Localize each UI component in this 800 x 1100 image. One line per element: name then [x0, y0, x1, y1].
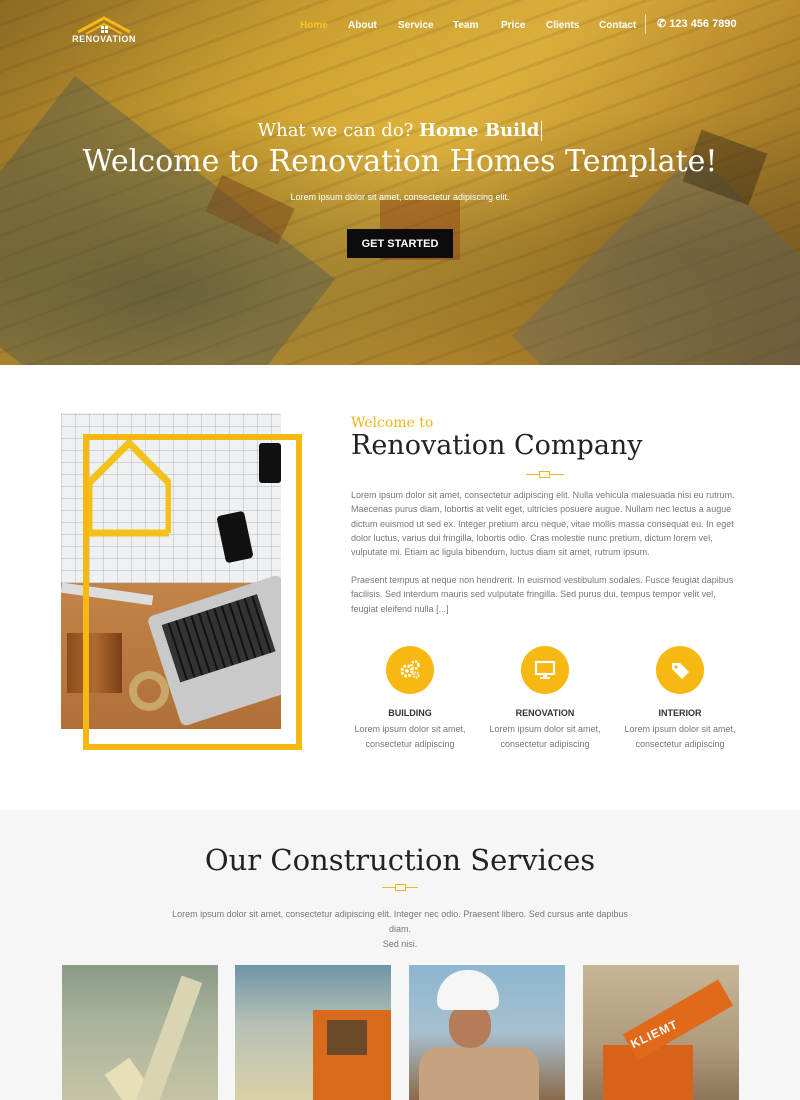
crane-arm [133, 975, 203, 1100]
services-description: Lorem ipsum dolor sit amet, consectetur … [160, 907, 640, 952]
feature-description: Lorem ipsum dolor sit amet, consectetur … [485, 722, 605, 752]
feature-icon-circle [656, 646, 704, 694]
feature-description-line: consectetur adipiscing [365, 739, 455, 749]
feature-icon-circle [521, 646, 569, 694]
feature-description-line: Lorem ipsum dolor sit amet, [489, 724, 601, 734]
hero-subtitle: Lorem ipsum dolor sit amet, consectetur … [290, 192, 510, 202]
about-image-frame [83, 434, 302, 750]
feature-description: Lorem ipsum dolor sit amet, consectetur … [350, 722, 470, 752]
house-roof-icon [77, 16, 131, 35]
nav-phone[interactable]: ✆ 123 456 7890 [657, 17, 737, 30]
nav-item-contact[interactable]: Contact [599, 20, 636, 31]
feature-interior: INTERIOR Lorem ipsum dolor sit amet, con… [620, 646, 740, 752]
welcome-subheading: Welcome to [351, 415, 434, 431]
heading-divider [526, 470, 564, 479]
feature-description: Lorem ipsum dolor sit amet, consectetur … [620, 722, 740, 752]
logo-text: RENOVATION [72, 34, 136, 44]
hard-hat [437, 970, 499, 1010]
get-started-button[interactable]: GET STARTED [347, 229, 453, 258]
site-logo[interactable]: RENOVATION [64, 10, 144, 48]
nav-item-price[interactable]: Price [501, 20, 525, 31]
service-card-machine[interactable] [235, 965, 391, 1100]
typing-cursor [541, 121, 543, 141]
hero-banner [0, 0, 800, 365]
phone-number: 123 456 7890 [669, 18, 737, 30]
feature-description-line: Lorem ipsum dolor sit amet, [354, 724, 466, 734]
worker-shirt [419, 1047, 539, 1100]
feature-description-line: Lorem ipsum dolor sit amet, [624, 724, 736, 734]
feature-building: BUILDING Lorem ipsum dolor sit amet, con… [350, 646, 470, 752]
feature-title: RENOVATION [515, 708, 575, 718]
service-card-worker[interactable] [409, 965, 565, 1100]
nav-item-about[interactable]: About [348, 20, 377, 31]
nav-item-service[interactable]: Service [398, 20, 434, 31]
phone-icon: ✆ [657, 18, 667, 30]
nav-divider [645, 14, 646, 34]
nav-item-home[interactable]: Home [300, 20, 328, 31]
feature-description-line: consectetur adipiscing [635, 739, 725, 749]
services-heading: Our Construction Services [204, 843, 596, 877]
hero-tagline-prefix: What we can do? [257, 120, 414, 141]
service-card-excavator[interactable]: KLIEMT [583, 965, 739, 1100]
services-description-line: Lorem ipsum dolor sit amet, consectetur … [172, 909, 628, 934]
feature-description-line: consectetur adipiscing [500, 739, 590, 749]
about-paragraph: Praesent tempus at neque non hendrerit. … [351, 575, 734, 614]
services-description-line: Sed nisi. [382, 939, 418, 949]
feature-title: INTERIOR [658, 708, 702, 718]
feature-renovation: RENOVATION Lorem ipsum dolor sit amet, c… [485, 646, 605, 752]
service-card-crane[interactable] [62, 965, 218, 1100]
nav-item-team[interactable]: Team [453, 20, 478, 31]
heading-divider [382, 883, 418, 892]
monitor-icon [534, 660, 556, 679]
welcome-heading: Renovation Company [351, 430, 643, 461]
about-paragraph: Lorem ipsum dolor sit amet, consectetur … [351, 490, 735, 558]
hero-tagline-highlight: Home Build [419, 120, 540, 141]
nav-item-clients[interactable]: Clients [546, 20, 579, 31]
hero-title: Welcome to Renovation Homes Template! [82, 144, 718, 179]
tags-icon [672, 663, 689, 679]
feature-title: BUILDING [388, 708, 432, 718]
gears-icon [400, 660, 420, 679]
machine-window [327, 1020, 367, 1055]
feature-icon-circle [386, 646, 434, 694]
hero-tagline: What we can do? Home Build [0, 120, 800, 141]
